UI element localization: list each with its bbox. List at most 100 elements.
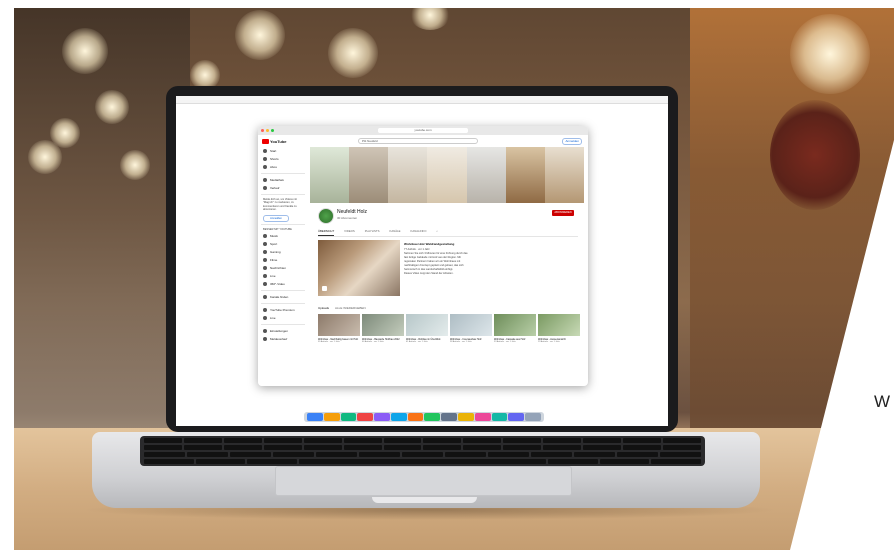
bokeh-light xyxy=(790,14,870,94)
channel-tabs: ÜBERSICHT VIDEOS PLAYLISTS KANÄLE KANALI… xyxy=(318,229,578,237)
video-meta: 55 Aufrufe · vor 1 Jahr xyxy=(318,341,340,343)
video-thumbnail[interactable] xyxy=(450,314,492,336)
video-thumbnail[interactable] xyxy=(494,314,536,336)
sidebar-item-settings[interactable]: Einstellungen xyxy=(258,327,308,335)
sidebar-item-kanaele[interactable]: Kanäle finden xyxy=(258,293,308,301)
video-card[interactable]: Wohnbau - Fassade aus Holz 33 Aufrufe · … xyxy=(494,314,536,358)
sidebar-login-button[interactable]: Anmelden xyxy=(263,214,289,222)
login-button[interactable]: Anmelden xyxy=(562,138,582,145)
background-sign xyxy=(770,100,860,210)
uploads-row: Wohnbau - Nachhaltig bauen mit Holz 55 A… xyxy=(318,314,580,358)
sidebar-item-report[interactable]: Meldeverlauf xyxy=(258,335,308,343)
youtube-logo-text: YouTube xyxy=(270,138,287,144)
sidebar-item-shorts[interactable]: Shorts xyxy=(258,155,308,163)
featured-video[interactable] xyxy=(318,240,400,296)
sidebar-item-premium[interactable]: YouTube Premium xyxy=(258,306,308,314)
banner-image xyxy=(505,147,545,203)
divider xyxy=(261,173,305,174)
sidebar-item-start[interactable]: Start xyxy=(258,147,308,155)
video-card[interactable]: Wohnbau - Nachhaltig bauen mit Holz 55 A… xyxy=(318,314,360,358)
add-channel-icon xyxy=(263,295,267,300)
youtube-header: YouTube Pitt Neufeld Anmelden xyxy=(258,135,588,147)
channel-avatar[interactable] xyxy=(318,208,334,224)
play-all-button[interactable]: ALLE WIEDERGEBEN xyxy=(335,306,366,310)
featured-title[interactable]: Wohnbau Holz Waldrandgestaltung xyxy=(404,242,554,246)
trash-icon[interactable] xyxy=(525,413,541,421)
app-icon[interactable] xyxy=(508,413,525,421)
sidebar-item-sport[interactable]: Sport xyxy=(258,240,308,248)
channel-header: Neufeldt Holz 30 Abonnenten ABONNIEREN xyxy=(318,206,578,226)
divider xyxy=(261,324,305,326)
bokeh-light xyxy=(328,28,378,78)
banner-image xyxy=(310,147,350,203)
youtube-logo[interactable]: YouTube xyxy=(262,138,287,144)
gear-icon xyxy=(263,329,267,334)
divider xyxy=(261,290,305,292)
video-card[interactable]: Wohnbau - Innenausbau Holz 38 Aufrufe · … xyxy=(450,314,492,358)
sidebar-item-verlauf[interactable]: Verlauf xyxy=(258,184,308,192)
app-icon[interactable] xyxy=(390,413,407,421)
tab-videos[interactable]: VIDEOS xyxy=(344,229,355,236)
app-icon[interactable] xyxy=(407,413,424,421)
news-icon xyxy=(263,266,267,271)
address-bar[interactable]: youtube.com xyxy=(378,128,468,133)
maximize-dot[interactable] xyxy=(271,129,274,132)
divider xyxy=(261,194,305,195)
sidebar-item-abos[interactable]: Abos xyxy=(258,163,308,171)
video-thumbnail[interactable] xyxy=(538,314,580,336)
app-icon[interactable] xyxy=(424,413,441,421)
sidebar-item-360[interactable]: 360°-Video xyxy=(258,280,308,288)
laptop-photo: youtube.com YouTube Pitt Neufeld Anmelde… xyxy=(0,0,894,550)
divider xyxy=(261,303,305,305)
uploads-label[interactable]: Uploads xyxy=(318,306,329,310)
video-thumbnail[interactable] xyxy=(362,314,404,336)
channel-subscribers: 30 Abonnenten xyxy=(337,216,358,220)
app-icon[interactable] xyxy=(441,413,458,421)
video-meta: 29 Aufrufe · vor 1 Jahr xyxy=(538,341,560,343)
video-card[interactable]: Wohnbau - Rohbau im Überblick 41 Aufrufe… xyxy=(406,314,448,358)
app-icon[interactable] xyxy=(474,413,491,421)
youtube-play-icon xyxy=(262,138,269,144)
banner-image xyxy=(466,147,506,203)
tab-info[interactable]: KANALINFO xyxy=(411,229,427,236)
sidebar-item-live2[interactable]: Live xyxy=(258,314,308,322)
history-icon xyxy=(263,186,267,190)
search-input[interactable]: Pitt Neufeld xyxy=(358,138,478,144)
app-icon[interactable] xyxy=(323,413,340,421)
app-icon[interactable] xyxy=(340,413,357,421)
app-icon[interactable] xyxy=(491,413,508,421)
video-thumbnail[interactable] xyxy=(318,314,360,336)
close-dot[interactable] xyxy=(261,129,264,132)
search-icon[interactable]: ⌕ xyxy=(436,229,438,236)
finder-icon[interactable] xyxy=(307,413,323,421)
tab-channels[interactable]: KANÄLE xyxy=(389,229,400,236)
app-icon[interactable] xyxy=(357,413,374,421)
shorts-icon xyxy=(263,157,267,161)
banner-image xyxy=(544,147,584,203)
video-card[interactable]: Wohnbau - Aussenansicht 29 Aufrufe · vor… xyxy=(538,314,580,358)
tab-overview[interactable]: ÜBERSICHT xyxy=(318,229,335,236)
sidebar-item-mediathek[interactable]: Mediathek xyxy=(258,176,308,184)
sidebar-item-musik[interactable]: Musik xyxy=(258,232,308,240)
sidebar-item-filme[interactable]: Filme xyxy=(258,256,308,264)
bokeh-light xyxy=(235,10,285,60)
flag-icon xyxy=(263,337,267,342)
video-thumbnail[interactable] xyxy=(406,314,448,336)
video-card[interactable]: Wohnbau - Baustelle Holzbau 2022 46 Aufr… xyxy=(362,314,404,358)
video-meta: 46 Aufrufe · vor 1 Jahr xyxy=(362,341,384,343)
sidebar-item-gaming[interactable]: Gaming xyxy=(258,248,308,256)
sidebar-item-live[interactable]: Live xyxy=(258,272,308,280)
channel-name: Neufeldt Holz xyxy=(337,209,368,215)
sidebar-item-nachrichten[interactable]: Nachrichten xyxy=(258,264,308,272)
app-icon[interactable] xyxy=(458,413,474,421)
tab-playlists[interactable]: PLAYLISTS xyxy=(365,229,380,236)
live-icon xyxy=(263,316,267,321)
video-meta: 33 Aufrufe · vor 1 Jahr xyxy=(494,341,516,343)
app-icon[interactable] xyxy=(374,413,390,421)
bokeh-light xyxy=(62,28,108,74)
banner-image xyxy=(349,147,389,203)
subscribe-button[interactable]: ABONNIEREN xyxy=(552,210,574,216)
browser-window: youtube.com YouTube Pitt Neufeld Anmelde… xyxy=(258,126,588,386)
banner-image xyxy=(388,147,428,203)
minimize-dot[interactable] xyxy=(266,129,269,132)
